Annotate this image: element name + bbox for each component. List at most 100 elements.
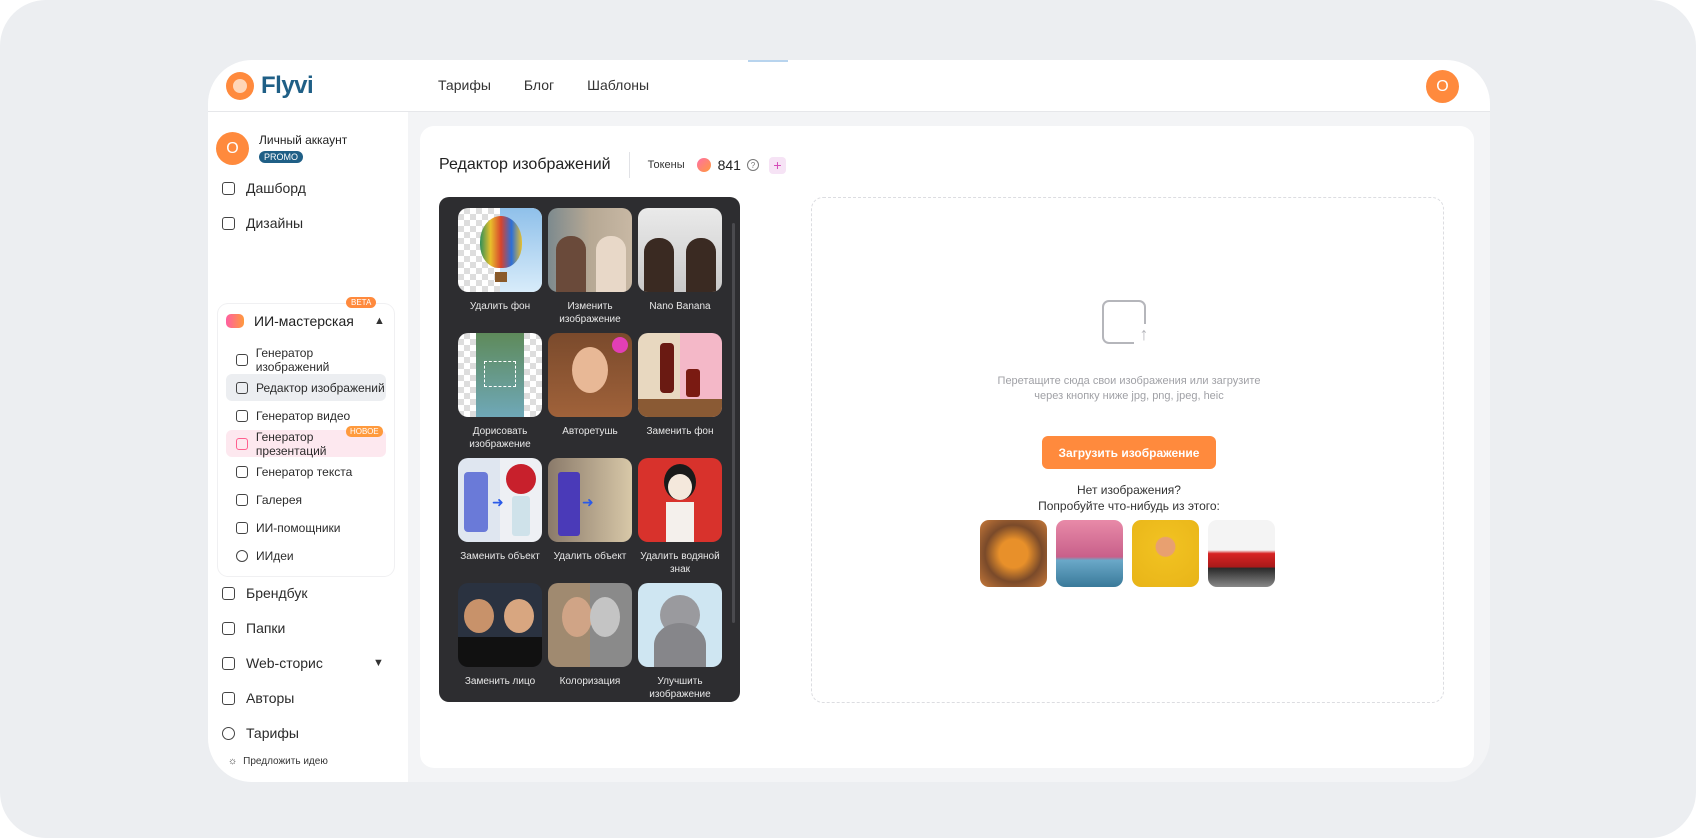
nav-templates[interactable]: Шаблоны: [587, 77, 649, 93]
help-icon[interactable]: ?: [746, 159, 759, 171]
dollar-icon: [222, 726, 235, 740]
chevron-down-icon[interactable]: ▼: [373, 657, 384, 669]
sub-item-video-generator[interactable]: Генератор видео: [226, 402, 386, 429]
presentation-icon: [236, 437, 248, 450]
scrollbar[interactable]: [732, 223, 735, 623]
authors-icon: [222, 691, 235, 705]
tool-thumbnail: [548, 583, 632, 667]
lightbulb-icon: ☼: [228, 756, 238, 767]
tool-label: Улучшить изображение: [649, 676, 711, 700]
tool-nano-banana[interactable]: Nano Banana: [638, 208, 722, 313]
sample-image-landscape[interactable]: [1056, 520, 1123, 587]
sidebar-item-dashboard[interactable]: Дашборд: [222, 180, 306, 196]
editor-header: Редактор изображений Токены 841 ? +: [439, 152, 786, 178]
tool-thumbnail: [458, 333, 542, 417]
sub-item-label: Генератор изображений: [255, 345, 330, 374]
sub-item-label: Генератор видео: [256, 408, 351, 423]
tool-label: Авторетушь: [562, 426, 618, 437]
tool-remove-watermark[interactable]: Удалить водяной знак: [638, 458, 722, 576]
tool-thumbnail: [548, 208, 632, 292]
no-image-line-1: Нет изображения?: [1077, 483, 1181, 497]
screen-background: Flyvi Тарифы Блог Шаблоны О О Личный акк…: [0, 0, 1696, 838]
document-icon: [236, 521, 248, 534]
suggest-idea-link[interactable]: ☼ Предложить идею: [228, 756, 328, 767]
sample-image-butterfly[interactable]: [980, 520, 1047, 587]
ai-icon: [226, 314, 244, 328]
tool-label: Удалить водяной знак: [640, 551, 720, 575]
sub-item-label: Генератор текста: [256, 464, 353, 479]
sidebar-item-ai-workshop[interactable]: ИИ-мастерская: [226, 313, 354, 329]
tool-thumbnail: ➜: [458, 458, 542, 542]
tokens-label: Токены: [647, 159, 685, 171]
text-icon: [236, 465, 248, 478]
tool-thumbnail: [638, 458, 722, 542]
image-editor-icon: [236, 381, 248, 394]
tool-remove-object[interactable]: ➜ Удалить объект: [548, 458, 632, 563]
user-avatar[interactable]: О: [1426, 70, 1459, 103]
sub-item-ai-assistants[interactable]: ИИ-помощники: [226, 514, 386, 541]
sub-item-presentation-generator[interactable]: Генератор презентаций НОВОЕ: [226, 426, 386, 458]
sub-item-ai-ideas[interactable]: ИИдеи: [226, 542, 386, 569]
no-image-line-2: Попробуйте что-нибудь из этого:: [1038, 499, 1220, 513]
nav-tariffs[interactable]: Тарифы: [438, 77, 491, 93]
sidebar-item-label: Дизайны: [246, 215, 304, 231]
account-block[interactable]: О Личный аккаунт PROMO: [216, 132, 347, 165]
tool-face-swap[interactable]: Заменить лицо: [458, 583, 542, 688]
sidebar-item-authors[interactable]: Авторы: [222, 690, 294, 706]
sub-item-label: Редактор изображений: [256, 380, 385, 395]
nav-blog[interactable]: Блог: [524, 77, 554, 93]
tool-thumbnail: [548, 333, 632, 417]
sidebar-item-brandbook[interactable]: Брендбук: [222, 585, 308, 601]
sample-image-person[interactable]: [1132, 520, 1199, 587]
logo-text: Flyvi: [261, 72, 314, 99]
add-tokens-button[interactable]: +: [768, 156, 786, 174]
tool-outpaint[interactable]: Дорисовать изображение: [458, 333, 542, 451]
tool-replace-background[interactable]: Заменить фон: [638, 333, 722, 438]
tool-colorization[interactable]: Колоризация: [548, 583, 632, 688]
tool-replace-object[interactable]: ➜ Заменить объект: [458, 458, 542, 563]
tool-label: Изменить изображение: [559, 301, 621, 325]
sub-item-label: ИИ-помощники: [256, 520, 341, 535]
page-title: Редактор изображений: [439, 156, 611, 173]
chevron-up-icon[interactable]: ▲: [374, 315, 385, 327]
sidebar-item-designs[interactable]: Дизайны: [222, 215, 303, 231]
tool-thumbnail: [458, 583, 542, 667]
account-name: Личный аккаунт: [259, 132, 348, 147]
no-image-text: Нет изображения? Попробуйте что-нибудь и…: [982, 482, 1276, 514]
tool-auto-retouch[interactable]: Авторетушь: [548, 333, 632, 438]
tool-remove-background[interactable]: Удалить фон: [458, 208, 542, 313]
sub-item-label: Галерея: [256, 492, 303, 507]
new-badge: НОВОЕ: [346, 426, 383, 437]
tool-label: Удалить фон: [469, 301, 531, 312]
editor-panel: Редактор изображений Токены 841 ? + Удал…: [420, 126, 1474, 768]
tool-change-image[interactable]: Изменить изображение: [548, 208, 632, 326]
tool-label: Nano Banana: [649, 301, 711, 312]
designs-icon: [222, 216, 235, 230]
sidebar-item-label: Папки: [246, 620, 286, 636]
token-icon: [696, 158, 711, 172]
sub-item-gallery[interactable]: Галерея: [226, 486, 386, 513]
tool-thumbnail: [458, 208, 542, 292]
logo[interactable]: Flyvi: [226, 72, 314, 100]
sample-image-car[interactable]: [1208, 520, 1275, 587]
tool-thumbnail: [638, 333, 722, 417]
ai-workshop-group: ИИ-мастерская BETA ▲ Генератор изображен…: [218, 297, 394, 576]
tab-indicator: [748, 60, 788, 62]
sub-item-text-generator[interactable]: Генератор текста: [226, 458, 386, 485]
divider: [628, 152, 630, 178]
tool-upscale[interactable]: Улучшить изображение: [638, 583, 722, 701]
tokens-value: 841: [717, 157, 741, 173]
sidebar-item-web-stories[interactable]: Web-сторис: [222, 655, 323, 671]
sidebar-item-tariffs[interactable]: Тарифы: [222, 725, 299, 741]
brandbook-icon: [222, 586, 235, 600]
tool-label: Заменить фон: [646, 426, 714, 437]
sidebar-item-folders[interactable]: Папки: [222, 620, 285, 636]
upload-dropzone[interactable]: ↑ Перетащите сюда свои изображения или з…: [811, 197, 1444, 703]
sub-item-image-editor[interactable]: Редактор изображений: [226, 374, 386, 401]
upload-arrow-icon: ↑: [1134, 324, 1154, 344]
sub-item-image-generator[interactable]: Генератор изображений: [226, 345, 386, 374]
upload-image-button[interactable]: Загрузить изображение: [1042, 436, 1216, 469]
folder-icon: [222, 621, 235, 635]
upload-hint: Перетащите сюда свои изображения или заг…: [997, 375, 1261, 402]
tools-grid: Удалить фон Изменить изображение Nano Ba…: [439, 197, 740, 702]
